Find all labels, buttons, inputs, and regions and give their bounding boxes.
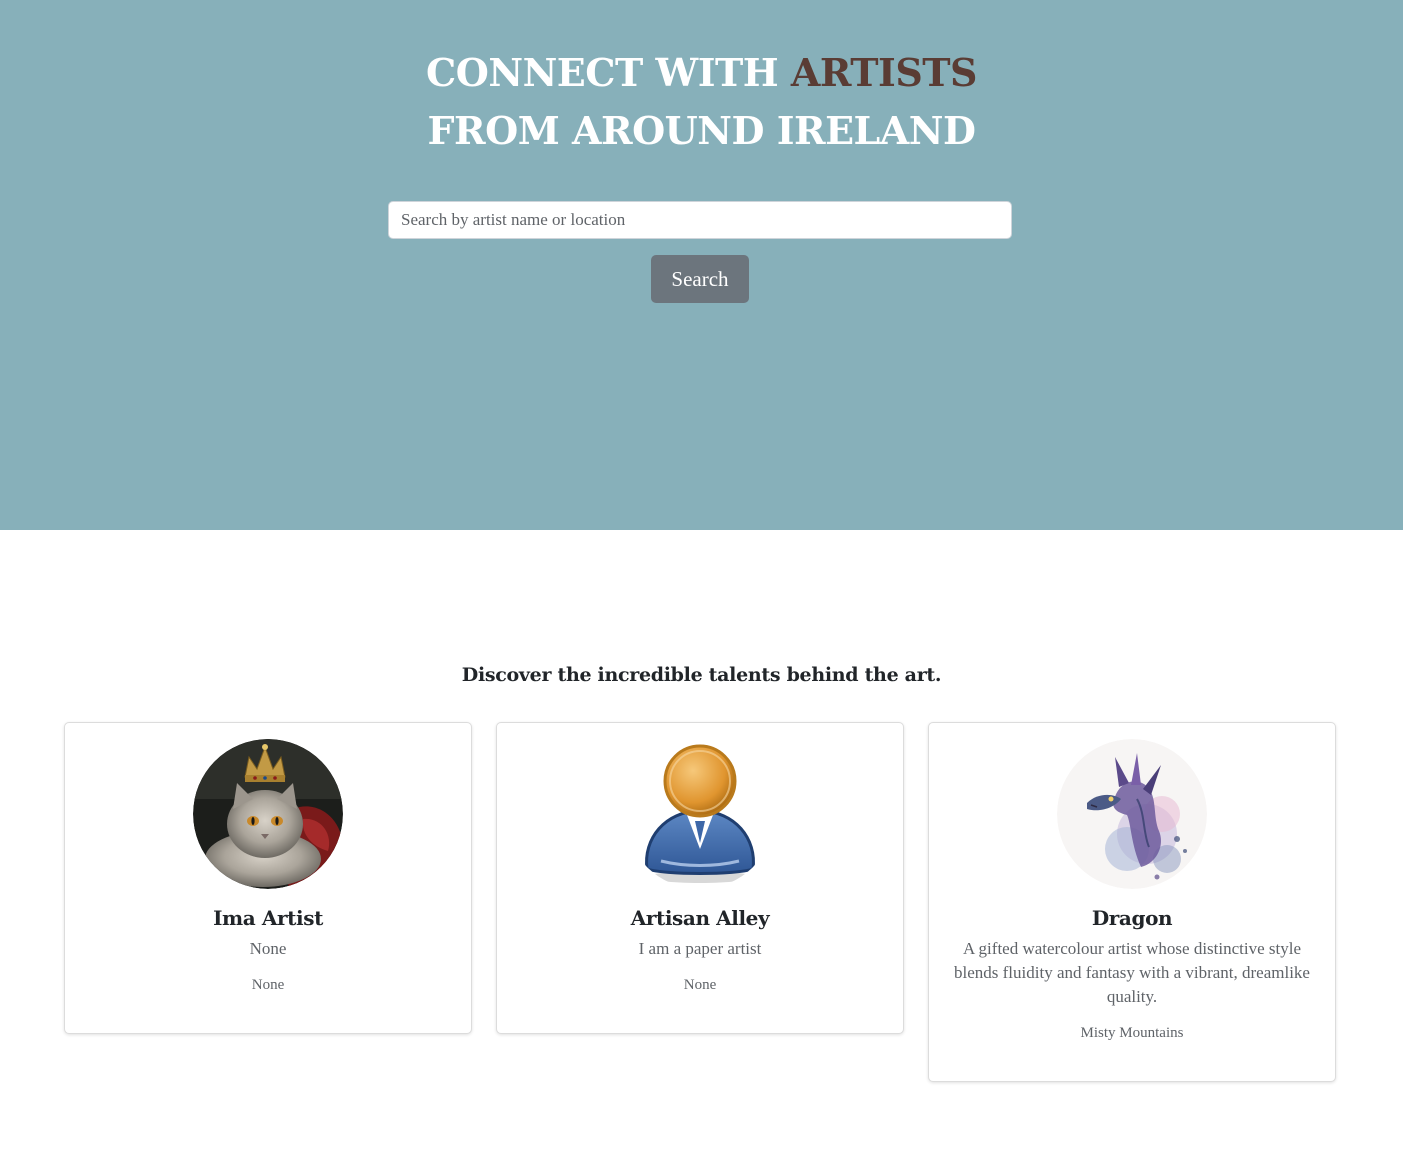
artist-card[interactable]: Ima Artist None None	[64, 722, 472, 1034]
search-input[interactable]	[388, 201, 1012, 239]
artist-location: Misty Mountains	[1080, 1025, 1184, 1041]
hero-title-text: CONNECT WITH	[425, 50, 791, 95]
watercolour-dragon-image	[1057, 739, 1207, 889]
hero-title-line-2: FROM AROUND IRELAND	[427, 108, 976, 153]
artist-card[interactable]: Artisan Alley I am a paper artist None	[496, 722, 904, 1034]
artist-bio: I am a paper artist	[638, 939, 762, 958]
artist-card[interactable]: Dragon A gifted watercolour artist whose…	[928, 722, 1336, 1082]
artist-bio: A gifted watercolour artist whose distin…	[954, 939, 1310, 1006]
artist-location: None	[251, 977, 285, 993]
artist-name[interactable]: Dragon	[929, 905, 1335, 931]
artist-location: None	[683, 977, 717, 993]
artist-name[interactable]: Artisan Alley	[497, 905, 903, 931]
cat-with-crown-photo	[193, 739, 343, 889]
hero-title: CONNECT WITH ARTISTS FROM AROUND IRELAND	[0, 44, 1403, 160]
hero-title-line-1: CONNECT WITH ARTISTS	[0, 44, 1403, 102]
default-user-icon	[645, 744, 755, 883]
hero-section: CONNECT WITH ARTISTS FROM AROUND IRELAND…	[0, 0, 1403, 530]
hero-title-accent: ARTISTS	[790, 50, 978, 95]
artist-bio: None	[249, 939, 287, 958]
artist-name[interactable]: Ima Artist	[65, 905, 471, 931]
section-tagline: Discover the incredible talents behind t…	[461, 664, 942, 686]
search-button[interactable]: Search	[651, 255, 749, 303]
